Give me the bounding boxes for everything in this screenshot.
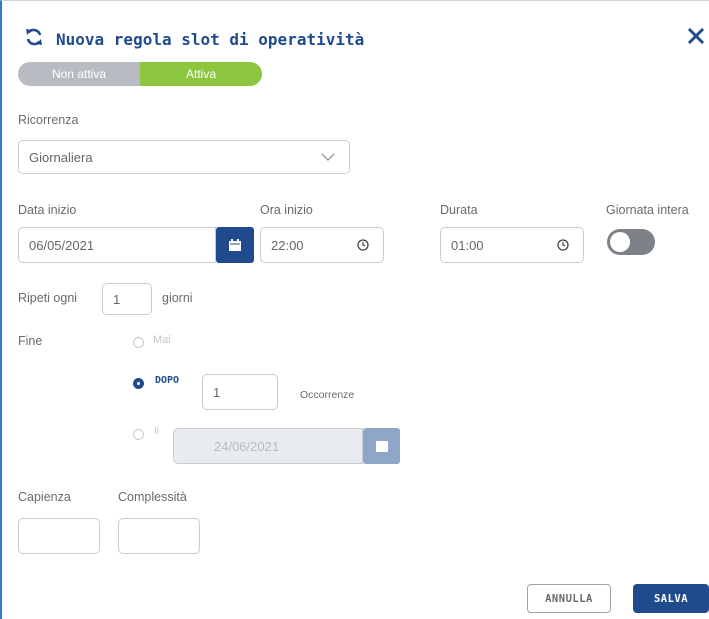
recurrence-label: Ricorrenza: [18, 113, 79, 127]
capacity-input[interactable]: [18, 518, 100, 554]
recurrence-value: Giornaliera: [29, 149, 93, 165]
clock-icon: [557, 239, 569, 251]
save-button[interactable]: SALVA: [633, 584, 709, 613]
end-after-label: DOPO: [155, 375, 180, 386]
switch-knob: [610, 232, 630, 252]
refresh-icon: [24, 27, 44, 52]
complexity-input[interactable]: [118, 518, 200, 554]
start-date-calendar-button[interactable]: [216, 227, 254, 263]
end-after-count-value: 1: [213, 384, 221, 400]
clock-icon: [357, 239, 369, 251]
status-option-inactive[interactable]: Non attiva: [18, 62, 140, 86]
chevron-down-icon: [321, 153, 335, 161]
end-label: Fine: [18, 334, 43, 348]
end-never-label: Mai: [153, 334, 171, 346]
repeat-prefix-label: Ripeti ogni: [18, 291, 78, 305]
end-on-date-label: Il: [154, 426, 159, 437]
repeat-suffix-label: giorni: [162, 291, 193, 305]
full-day-switch[interactable]: [607, 229, 655, 255]
end-never-radio[interactable]: [133, 337, 144, 348]
end-on-date-input: 24/06/2021: [173, 428, 363, 464]
calendar-icon: [375, 441, 388, 452]
status-toggle: Non attiva Attiva: [18, 62, 262, 86]
cancel-button[interactable]: ANNULLA: [527, 584, 611, 613]
duration-value: 01:00: [451, 237, 484, 253]
rule-dialog: Nuova regola slot di operatività Non att…: [0, 0, 709, 619]
complexity-label: Complessità: [118, 490, 187, 504]
start-time-value: 22:00: [271, 237, 304, 253]
end-on-date-radio[interactable]: [133, 429, 144, 440]
end-on-date-calendar-button: [363, 428, 400, 464]
start-time-input[interactable]: 22:00: [260, 227, 384, 263]
full-day-label: Giornata intera: [606, 203, 689, 217]
end-after-suffix-label: Occorrenze: [300, 389, 355, 401]
start-date-label: Data inizio: [18, 203, 77, 217]
close-icon[interactable]: [685, 25, 707, 47]
dialog-title: Nuova regola slot di operatività: [56, 30, 365, 49]
status-option-active[interactable]: Attiva: [140, 62, 262, 86]
duration-label: Durata: [440, 203, 478, 217]
repeat-interval-input[interactable]: 1: [102, 283, 152, 315]
start-time-label: Ora inizio: [260, 203, 313, 217]
capacity-label: Capienza: [18, 490, 71, 504]
end-on-date-value: 24/06/2021: [214, 438, 280, 454]
start-date-input[interactable]: 06/05/2021: [18, 227, 216, 263]
calendar-icon: [229, 239, 241, 251]
start-date-value: 06/05/2021: [29, 237, 95, 253]
duration-input[interactable]: 01:00: [440, 227, 584, 263]
repeat-interval-value: 1: [113, 291, 121, 307]
end-after-radio[interactable]: [133, 378, 144, 389]
dialog-header: Nuova regola slot di operatività: [24, 27, 364, 52]
recurrence-select[interactable]: Giornaliera: [18, 140, 350, 174]
end-after-count-input[interactable]: 1: [202, 374, 278, 410]
